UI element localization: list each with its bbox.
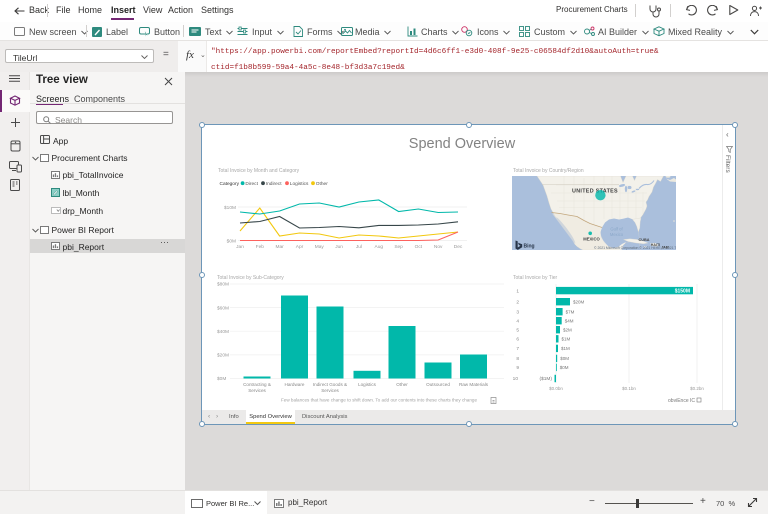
svg-text:Total Invoice by Month and Cat: Total Invoice by Month and Category <box>218 168 300 174</box>
svg-text:Direct: Direct <box>245 181 258 187</box>
svg-text:Other: Other <box>316 181 328 187</box>
svg-text:Indirect Goods &: Indirect Goods & <box>313 382 347 387</box>
svg-text:Sep: Sep <box>394 244 403 250</box>
svg-text:$20M: $20M <box>573 299 585 304</box>
svg-text:Jun: Jun <box>335 244 343 250</box>
svg-text:CUBA: CUBA <box>639 238 650 242</box>
svg-text:$1M: $1M <box>561 346 570 351</box>
svg-text:$0M: $0M <box>227 239 236 245</box>
svg-text:Indirect: Indirect <box>266 181 282 187</box>
svg-text:$0.0bn: $0.0bn <box>549 386 563 391</box>
svg-text:$150M: $150M <box>675 289 690 295</box>
svg-text:obviEnce IC: obviEnce IC <box>668 398 695 404</box>
svg-text:Total Invoice by Tier: Total Invoice by Tier <box>513 275 558 281</box>
svg-text:Contracting &: Contracting & <box>243 382 271 387</box>
svg-text:10: 10 <box>513 376 519 382</box>
svg-text:Jul: Jul <box>356 244 362 250</box>
svg-text:Dec: Dec <box>454 244 463 250</box>
svg-text:$20M: $20M <box>217 353 229 359</box>
svg-text:9: 9 <box>516 365 519 371</box>
svg-text:Mar: Mar <box>275 244 284 250</box>
svg-text:Other: Other <box>396 382 408 387</box>
svg-text:Gulf of: Gulf of <box>610 227 623 232</box>
svg-text:Hardware: Hardware <box>285 382 305 387</box>
svg-text:3: 3 <box>516 309 519 315</box>
svg-text:Mexico: Mexico <box>610 232 624 237</box>
svg-text:Logistics: Logistics <box>358 382 377 387</box>
svg-text:Apr: Apr <box>296 244 304 250</box>
svg-text:$10M: $10M <box>224 205 236 211</box>
svg-text:$0.2bn: $0.2bn <box>690 386 704 391</box>
svg-text:$0M: $0M <box>217 376 226 382</box>
svg-text:Outsourced: Outsourced <box>426 382 450 387</box>
svg-text:$1M: $1M <box>562 337 571 342</box>
svg-text:$2M: $2M <box>563 327 572 332</box>
svg-text:8: 8 <box>516 356 519 362</box>
svg-text:Services: Services <box>321 388 339 393</box>
svg-text:$0M: $0M <box>560 365 569 370</box>
svg-text:$4M: $4M <box>565 318 574 323</box>
svg-text:1: 1 <box>516 288 519 294</box>
svg-text:© 2021 Microsoft Corporation ©: © 2021 Microsoft Corporation © 2021 HERE… <box>594 246 679 250</box>
svg-text:6: 6 <box>516 337 519 343</box>
svg-text:Aug: Aug <box>375 244 384 250</box>
svg-text:Total Invoice by Country/Regio: Total Invoice by Country/Region <box>513 168 584 174</box>
svg-text:Category: Category <box>220 181 240 187</box>
svg-text:$40M: $40M <box>217 329 229 335</box>
svg-text:Raw Materials: Raw Materials <box>459 382 489 387</box>
svg-text:5: 5 <box>516 327 519 333</box>
svg-text:Total Invoice by Sub-Category: Total Invoice by Sub-Category <box>217 275 284 281</box>
svg-text:$0M: $0M <box>560 356 569 361</box>
svg-text:MEXICO: MEXICO <box>583 236 600 241</box>
svg-text:$80M: $80M <box>217 282 229 288</box>
svg-text:$0.1bn: $0.1bn <box>622 386 636 391</box>
svg-text:May: May <box>315 244 325 250</box>
svg-text:Bing: Bing <box>524 244 535 250</box>
svg-text:7: 7 <box>516 346 519 352</box>
svg-text:Nov: Nov <box>434 244 443 250</box>
svg-text:Feb: Feb <box>256 244 265 250</box>
svg-text:2: 2 <box>516 299 519 305</box>
svg-text:UNITED STATES: UNITED STATES <box>572 189 618 195</box>
svg-text:Few balances that have change: Few balances that have change to shift d… <box>281 398 477 403</box>
svg-text:Oct: Oct <box>415 244 423 250</box>
svg-text:Jan: Jan <box>236 244 244 250</box>
svg-text:$7M: $7M <box>566 309 575 314</box>
svg-text:Logistics: Logistics <box>290 181 309 187</box>
svg-text:($1M): ($1M) <box>539 376 552 382</box>
svg-text:Services: Services <box>248 388 266 393</box>
svg-text:$60M: $60M <box>217 305 229 311</box>
svg-text:4: 4 <box>516 318 519 324</box>
